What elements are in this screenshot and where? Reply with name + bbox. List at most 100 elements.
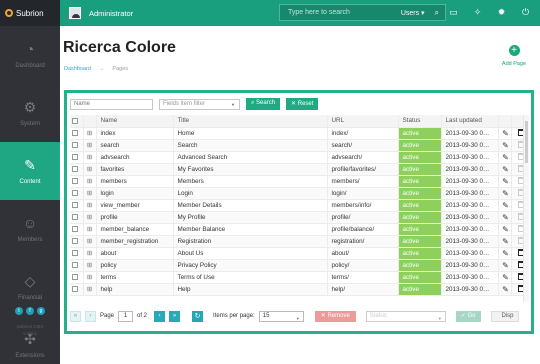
status-badge[interactable]: active — [398, 283, 442, 296]
row-checkbox[interactable] — [70, 283, 84, 296]
edit-icon[interactable]: ✎ — [498, 175, 512, 188]
reset-button[interactable]: ✕ Reset — [286, 98, 319, 110]
table-vertical-scrollbar[interactable] — [523, 115, 529, 302]
expand-row-icon[interactable]: ⊞ — [83, 163, 97, 176]
row-checkbox[interactable] — [70, 247, 84, 260]
expand-row-icon[interactable]: ⊞ — [83, 247, 97, 260]
current-page-input[interactable]: 1 — [118, 310, 134, 322]
status-badge[interactable]: active — [398, 235, 442, 248]
expand-row-icon[interactable]: ⊞ — [83, 235, 97, 248]
select-all-checkbox[interactable] — [70, 115, 84, 128]
edit-icon[interactable]: ✎ — [498, 211, 512, 224]
expand-row-icon[interactable]: ⊞ — [83, 139, 97, 152]
column-header-title[interactable]: Title — [173, 115, 328, 128]
search-icon[interactable]: ⌕ — [435, 8, 439, 17]
breadcrumb-dashboard[interactable]: Dashboard — [64, 66, 91, 72]
row-checkbox[interactable] — [70, 199, 84, 212]
status-badge[interactable]: active — [398, 271, 442, 284]
row-checkbox[interactable] — [70, 235, 84, 248]
expand-row-icon[interactable]: ⊞ — [83, 211, 97, 224]
row-checkbox[interactable] — [70, 187, 84, 200]
refresh-icon[interactable]: ↻ — [192, 310, 204, 322]
status-badge[interactable]: active — [398, 223, 442, 236]
edit-icon[interactable]: ✎ — [498, 151, 512, 164]
add-page-button[interactable]: + Add Page — [494, 45, 534, 67]
expand-row-icon[interactable]: ⊞ — [83, 187, 97, 200]
status-badge[interactable]: active — [398, 163, 442, 176]
table-row[interactable]: ⊞ terms Terms of Use terms/ active 2013-… — [70, 271, 529, 284]
table-row[interactable]: ⊞ search Search search/ active 2013-09-3… — [70, 139, 529, 152]
status-select[interactable]: Status — [365, 310, 446, 323]
table-row[interactable]: ⊞ view_member Member Details members/inf… — [70, 199, 529, 212]
table-row[interactable]: ⊞ advsearch Advanced Search advsearch/ a… — [70, 151, 529, 164]
table-row[interactable]: ⊞ members Members members/ active 2013-0… — [70, 175, 529, 188]
clean-cache-icon[interactable]: ✧ — [472, 7, 483, 18]
status-badge[interactable]: active — [398, 199, 442, 212]
status-badge[interactable]: active — [398, 187, 442, 200]
sidebar-item-system[interactable]: ⚙ System — [0, 84, 60, 142]
status-badge[interactable]: active — [398, 127, 442, 140]
edit-icon[interactable]: ✎ — [498, 283, 512, 296]
table-row[interactable]: ⊞ member_registration Registration regis… — [70, 235, 529, 248]
table-row[interactable]: ⊞ profile My Profile profile/ active 201… — [70, 211, 529, 224]
next-page-button[interactable]: › — [154, 310, 166, 322]
expand-row-icon[interactable]: ⊞ — [83, 175, 97, 188]
status-badge[interactable]: active — [398, 211, 442, 224]
global-search[interactable]: Type here to search Users ▾ ⌕ — [279, 4, 446, 21]
column-header-url[interactable]: URL — [327, 115, 399, 128]
expand-row-icon[interactable]: ⊞ — [83, 283, 97, 296]
row-checkbox[interactable] — [70, 175, 84, 188]
column-header-status[interactable]: Status — [398, 115, 442, 128]
table-row[interactable]: ⊞ policy Privacy Policy policy/ active 2… — [70, 259, 529, 272]
row-checkbox[interactable] — [70, 163, 84, 176]
row-checkbox[interactable] — [70, 151, 84, 164]
row-checkbox[interactable] — [70, 271, 84, 284]
expand-row-icon[interactable]: ⊞ — [83, 127, 97, 140]
row-checkbox[interactable] — [70, 211, 84, 224]
expand-row-icon[interactable]: ⊞ — [83, 199, 97, 212]
row-checkbox[interactable] — [70, 127, 84, 140]
brand[interactable]: Subrion — [0, 0, 60, 26]
table-row[interactable]: ⊞ login Login login/ active 2013-09-30 0… — [70, 187, 529, 200]
table-row[interactable]: ⊞ about About Us about/ active 2013-09-3… — [70, 247, 529, 260]
edit-icon[interactable]: ✎ — [498, 199, 512, 212]
remove-button[interactable]: ✕ Remove — [314, 310, 356, 322]
name-filter-input[interactable] — [70, 98, 153, 110]
user-menu[interactable]: Administrator — [69, 7, 133, 19]
twitter-icon[interactable]: t — [15, 307, 23, 315]
search-input[interactable]: Type here to search — [288, 9, 350, 16]
status-badge[interactable]: active — [398, 259, 442, 272]
column-header-last-updated[interactable]: Last updated — [441, 115, 499, 128]
table-row[interactable]: ⊞ member_balance Member Balance profile/… — [70, 223, 529, 236]
status-badge[interactable]: active — [398, 139, 442, 152]
status-badge[interactable]: active — [398, 175, 442, 188]
row-checkbox[interactable] — [70, 259, 84, 272]
first-page-button[interactable]: « — [70, 310, 81, 322]
sidebar-item-dashboard[interactable]: ◔ Dashboard — [0, 26, 60, 84]
expand-row-icon[interactable]: ⊞ — [83, 271, 97, 284]
settings-icon[interactable]: ✹ — [496, 7, 507, 18]
google-plus-icon[interactable]: g — [37, 307, 45, 315]
sidebar-item-members[interactable]: ☺ Members — [0, 200, 60, 258]
expand-row-icon[interactable]: ⊞ — [83, 151, 97, 164]
items-per-page-select[interactable]: 15 — [258, 310, 304, 323]
row-checkbox[interactable] — [70, 139, 84, 152]
facebook-icon[interactable]: f — [26, 307, 34, 315]
status-badge[interactable]: active — [398, 151, 442, 164]
expand-row-icon[interactable]: ⊞ — [83, 259, 97, 272]
search-scope-dropdown[interactable]: Users — [401, 10, 419, 17]
status-badge[interactable]: active — [398, 247, 442, 260]
edit-icon[interactable]: ✎ — [498, 187, 512, 200]
fields-item-filter-select[interactable]: Fields item filter — [159, 98, 240, 110]
monitor-icon[interactable]: ▭ — [448, 7, 459, 18]
edit-icon[interactable]: ✎ — [498, 259, 512, 272]
power-icon[interactable]: ⏻ — [520, 7, 531, 18]
sidebar-item-content[interactable]: ✎ Content — [0, 142, 60, 200]
table-row[interactable]: ⊞ help Help help/ active 2013-09-30 0… ✎ — [70, 283, 529, 296]
previous-page-button[interactable]: ‹ — [85, 310, 96, 322]
edit-icon[interactable]: ✎ — [498, 223, 512, 236]
table-row[interactable]: ⊞ index Home index/ active 2013-09-30 0…… — [70, 127, 529, 140]
table-row[interactable]: ⊞ favorites My Favorites profile/favorit… — [70, 163, 529, 176]
row-checkbox[interactable] — [70, 223, 84, 236]
column-header-name[interactable]: Name — [96, 115, 174, 128]
